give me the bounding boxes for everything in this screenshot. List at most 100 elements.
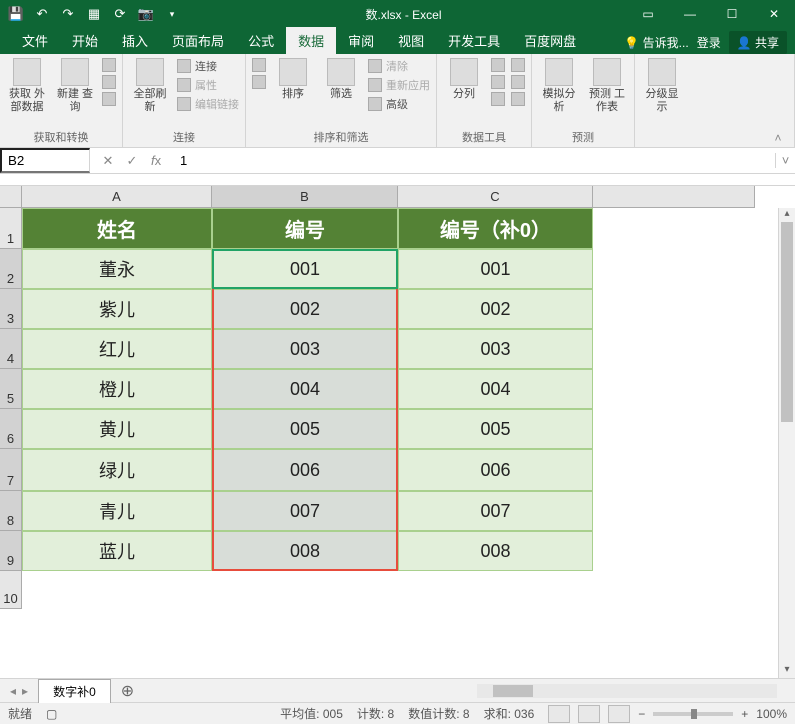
- scroll-down-icon[interactable]: ▾: [779, 664, 795, 678]
- header-cell-B1[interactable]: 编号: [212, 208, 398, 249]
- column-header-A[interactable]: A: [22, 186, 212, 208]
- camera-icon[interactable]: 📷: [138, 6, 154, 22]
- sheet-nav-prev-icon[interactable]: ◂: [10, 684, 16, 698]
- ribbon-display-icon[interactable]: ▭: [627, 0, 669, 28]
- cell-C4[interactable]: 003: [398, 329, 593, 369]
- share-button[interactable]: 👤 共享: [729, 31, 787, 54]
- cell-B3[interactable]: 002: [212, 289, 398, 329]
- tab-百度网盘[interactable]: 百度网盘: [512, 27, 588, 54]
- zoom-slider[interactable]: [653, 712, 733, 716]
- filter-button[interactable]: 筛选: [320, 58, 362, 101]
- tab-开始[interactable]: 开始: [60, 27, 110, 54]
- minimize-button[interactable]: —: [669, 0, 711, 28]
- cell-A9[interactable]: 蓝儿: [22, 531, 212, 571]
- cell-C6[interactable]: 005: [398, 409, 593, 449]
- tab-插入[interactable]: 插入: [110, 27, 160, 54]
- redo-icon[interactable]: ↷: [60, 6, 76, 22]
- cell-A5[interactable]: 橙儿: [22, 369, 212, 409]
- page-layout-view-button[interactable]: [578, 705, 600, 723]
- outline-button[interactable]: 分级显示: [641, 58, 683, 114]
- sort-desc-button[interactable]: [252, 75, 266, 89]
- show-queries-button[interactable]: [102, 58, 116, 72]
- page-break-view-button[interactable]: [608, 705, 630, 723]
- add-sheet-button[interactable]: ⊕: [111, 681, 144, 701]
- row-header-5[interactable]: 5: [0, 369, 22, 409]
- tab-页面布局[interactable]: 页面布局: [160, 27, 236, 54]
- cell-A8[interactable]: 青儿: [22, 491, 212, 531]
- tab-公式[interactable]: 公式: [236, 27, 286, 54]
- tab-开发工具[interactable]: 开发工具: [436, 27, 512, 54]
- tell-me[interactable]: 💡 告诉我...: [624, 34, 688, 51]
- vertical-scrollbar[interactable]: ▴ ▾: [778, 208, 795, 678]
- forecast-sheet-button[interactable]: 预测 工作表: [586, 58, 628, 114]
- scroll-thumb[interactable]: [781, 222, 793, 422]
- horizontal-scrollbar[interactable]: [477, 684, 777, 698]
- new-query-button[interactable]: 新建 查询: [54, 58, 96, 114]
- text-to-columns-button[interactable]: 分列: [443, 58, 485, 101]
- cell-B6[interactable]: 005: [212, 409, 398, 449]
- tab-文件[interactable]: 文件: [10, 27, 60, 54]
- remove-duplicates-button[interactable]: [491, 75, 505, 89]
- cell-C3[interactable]: 002: [398, 289, 593, 329]
- what-if-button[interactable]: 模拟分析: [538, 58, 580, 114]
- maximize-button[interactable]: ☐: [711, 0, 753, 28]
- select-all-corner[interactable]: [0, 186, 22, 208]
- formula-input[interactable]: 1: [174, 150, 775, 171]
- row-header-1[interactable]: 1: [0, 208, 22, 249]
- cell-B2[interactable]: 001: [212, 249, 398, 289]
- header-cell-A1[interactable]: 姓名: [22, 208, 212, 249]
- zoom-level[interactable]: 100%: [756, 707, 787, 721]
- column-header-B[interactable]: B: [212, 186, 398, 208]
- undo-icon[interactable]: ↶: [34, 6, 50, 22]
- header-cell-C1[interactable]: 编号（补0）: [398, 208, 593, 249]
- get-external-data-button[interactable]: 获取 外部数据: [6, 58, 48, 114]
- normal-view-button[interactable]: [548, 705, 570, 723]
- flash-fill-button[interactable]: [491, 58, 505, 72]
- cell-C7[interactable]: 006: [398, 449, 593, 491]
- row-header-4[interactable]: 4: [0, 329, 22, 369]
- row-header-2[interactable]: 2: [0, 249, 22, 289]
- cell-A2[interactable]: 董永: [22, 249, 212, 289]
- cell-C2[interactable]: 001: [398, 249, 593, 289]
- cell-A3[interactable]: 紫儿: [22, 289, 212, 329]
- cell-B4[interactable]: 003: [212, 329, 398, 369]
- cancel-formula-icon[interactable]: ✕: [100, 153, 116, 169]
- cell-A6[interactable]: 黄儿: [22, 409, 212, 449]
- row-header-8[interactable]: 8: [0, 491, 22, 531]
- recent-sources-button[interactable]: [102, 92, 116, 106]
- macro-record-icon[interactable]: ▢: [46, 707, 57, 721]
- sort-asc-button[interactable]: [252, 58, 266, 72]
- from-table-button[interactable]: [102, 75, 116, 89]
- zoom-out-button[interactable]: −: [638, 707, 645, 721]
- name-box[interactable]: [0, 148, 90, 173]
- cell-C9[interactable]: 008: [398, 531, 593, 571]
- column-header-C[interactable]: C: [398, 186, 593, 208]
- sheet-tab[interactable]: 数字补0: [38, 679, 111, 703]
- zoom-in-button[interactable]: +: [741, 707, 748, 721]
- enter-formula-icon[interactable]: ✓: [124, 153, 140, 169]
- fx-icon[interactable]: fx: [148, 153, 164, 169]
- window-icon[interactable]: ▦: [86, 6, 102, 22]
- sheet-nav-next-icon[interactable]: ▸: [22, 684, 28, 698]
- data-validation-button[interactable]: [491, 92, 505, 106]
- scroll-up-icon[interactable]: ▴: [779, 208, 795, 222]
- close-button[interactable]: ✕: [753, 0, 795, 28]
- cell-C8[interactable]: 007: [398, 491, 593, 531]
- tab-审阅[interactable]: 审阅: [336, 27, 386, 54]
- sort-button[interactable]: 排序: [272, 58, 314, 101]
- connections-button[interactable]: 连接: [177, 58, 239, 74]
- cell-B9[interactable]: 008: [212, 531, 398, 571]
- row-header-10[interactable]: 10: [0, 571, 22, 609]
- cells-area[interactable]: 姓名编号编号（补0）董永001001紫儿002002红儿003003橙儿0040…: [22, 208, 755, 609]
- cell-C5[interactable]: 004: [398, 369, 593, 409]
- row-header-7[interactable]: 7: [0, 449, 22, 491]
- cell-B7[interactable]: 006: [212, 449, 398, 491]
- row-header-3[interactable]: 3: [0, 289, 22, 329]
- row-header-6[interactable]: 6: [0, 409, 22, 449]
- tab-视图[interactable]: 视图: [386, 27, 436, 54]
- sync-icon[interactable]: ⟳: [112, 6, 128, 22]
- save-icon[interactable]: 💾: [8, 6, 24, 22]
- refresh-all-button[interactable]: 全部刷新: [129, 58, 171, 114]
- expand-formula-bar-icon[interactable]: ˅: [775, 153, 795, 168]
- cell-B5[interactable]: 004: [212, 369, 398, 409]
